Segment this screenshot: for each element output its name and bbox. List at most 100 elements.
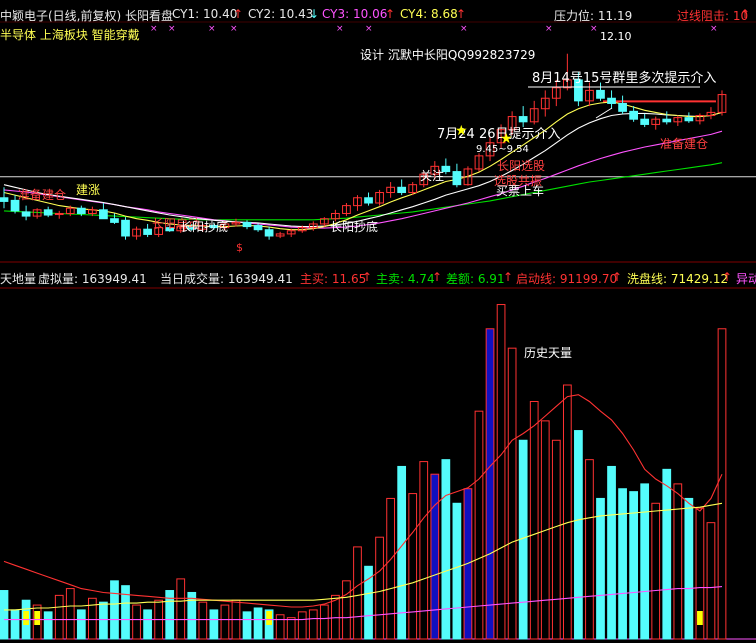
volume-bar <box>706 522 716 640</box>
volume-bar <box>143 609 152 640</box>
volume-bar <box>132 604 141 640</box>
candle-body <box>21 211 31 217</box>
candle-body <box>121 219 130 237</box>
bottom-fish-label-1: 长阳抄底 <box>180 219 228 234</box>
candle-body <box>607 97 616 104</box>
aug-annotation: 8月14号15号群里多次提示介入 <box>532 70 716 86</box>
stock-chart-canvas[interactable]: 设计 沉默中长阳QQ992823729 8月14号15号群里多次提示介入 12.10… <box>0 0 756 643</box>
volume-bar <box>353 546 362 640</box>
candle-body <box>684 117 694 122</box>
cross-marker: × <box>168 24 176 34</box>
volume-bar <box>529 400 539 640</box>
candle-body <box>364 197 373 204</box>
volume-bar <box>10 609 20 640</box>
volume-bar <box>717 328 727 640</box>
bottom-fish-label-2: 长阳抄底 <box>330 219 378 234</box>
volume-highlight <box>266 611 272 625</box>
volume-bar <box>220 604 230 640</box>
candle-body <box>662 118 672 123</box>
volume-bar <box>662 468 672 640</box>
cross-marker: × <box>545 24 553 34</box>
volume-bar <box>253 607 263 640</box>
volume-bar <box>76 609 86 640</box>
volume-bar <box>198 601 208 640</box>
volume-bar <box>176 578 186 640</box>
ma-green-line <box>3 162 723 221</box>
volume-bar <box>640 483 650 640</box>
volume-highlight <box>697 611 703 625</box>
buy-label: 买票上车 <box>496 183 544 198</box>
volume-highlight <box>23 611 29 625</box>
volume-bar <box>0 590 9 640</box>
cross-marker: × <box>460 24 468 34</box>
volume-bar <box>607 465 616 640</box>
volume-bar <box>408 493 418 640</box>
candle-body <box>640 118 650 125</box>
volume-bar <box>474 410 484 640</box>
volume-bar <box>562 384 572 640</box>
ma-yellow-line <box>3 101 723 231</box>
candle-body <box>110 218 119 223</box>
star-marker: ★ <box>455 123 468 139</box>
candle-body <box>253 225 263 231</box>
candle-body <box>0 197 9 202</box>
candle-body <box>143 228 152 235</box>
candle-body <box>629 110 638 120</box>
changyang-select-label: 长阳选股 <box>497 159 545 173</box>
volume-bar <box>110 580 119 640</box>
candle-body <box>76 207 86 214</box>
cross-marker: × <box>710 24 718 34</box>
volume-bar <box>441 459 451 640</box>
candle-body <box>618 102 627 112</box>
prepare-build-right-label: 准备建仓 <box>660 137 708 151</box>
volume-bar <box>43 611 53 640</box>
annotation-layer: 设计 沉默中长阳QQ992823729 8月14号15号群里多次提示介入 12.10… <box>18 24 718 360</box>
candle-body <box>264 229 274 237</box>
volume-bar <box>596 497 605 640</box>
volume-bar <box>319 604 329 640</box>
volume-bar <box>574 430 583 640</box>
volume-bar <box>286 617 296 640</box>
price-high-label: 12.10 <box>600 30 632 43</box>
candle-body <box>452 171 462 186</box>
volume-highlight <box>34 611 41 625</box>
volume-bar <box>618 488 627 640</box>
rise-label: 建涨 <box>76 182 100 197</box>
volume-bar <box>297 611 307 640</box>
candle-body <box>397 186 407 194</box>
volume-bar <box>209 609 219 640</box>
volume-bar <box>65 588 75 640</box>
focus-label: 关注 <box>420 168 444 183</box>
volume-bar <box>585 459 594 640</box>
volume-bar <box>452 502 462 640</box>
volume-bar <box>419 461 429 640</box>
cross-marker: × <box>230 24 238 34</box>
volume-bar <box>187 591 197 640</box>
ma-magenta-line <box>3 130 723 229</box>
volume-panel <box>0 304 727 640</box>
volume-bar <box>430 473 440 640</box>
volume-bar <box>673 483 683 640</box>
design-credit: 设计 沉默中长阳QQ992823729 <box>360 47 535 62</box>
cross-marker: × <box>208 24 216 34</box>
history-peak-label: 历史天量 <box>524 346 572 360</box>
dollar-marker: $ <box>236 241 243 254</box>
volume-bar <box>342 580 351 640</box>
candle-body <box>43 209 53 216</box>
cross-marker: × <box>150 24 158 34</box>
candle-body <box>242 221 252 228</box>
volume-bar <box>507 347 517 640</box>
cross-marker: × <box>365 24 373 34</box>
volume-bar <box>375 536 384 640</box>
cross-marker: × <box>590 24 598 34</box>
volume-bar <box>485 328 495 640</box>
cross-marker: × <box>336 24 344 34</box>
volume-bar <box>651 502 661 640</box>
ma-white-line <box>3 111 723 228</box>
volume-bar <box>684 497 694 640</box>
volume-bar <box>275 614 285 640</box>
volume-bar <box>496 304 506 640</box>
volume-bar <box>551 439 561 640</box>
volume-bar <box>386 497 395 640</box>
candle-body <box>596 89 605 99</box>
